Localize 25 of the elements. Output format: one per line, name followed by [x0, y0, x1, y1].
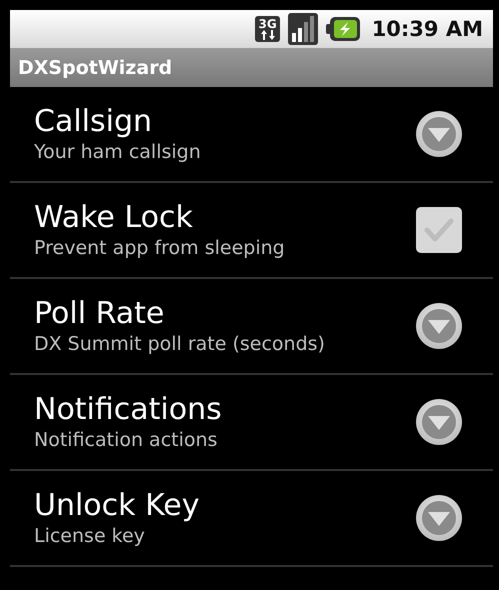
- preference-title: Poll Rate: [34, 296, 166, 332]
- preference-title: Notifications: [34, 392, 222, 428]
- preference-item[interactable]: Notifications Notification actions: [10, 375, 493, 471]
- preference-summary: DX Summit poll rate (seconds): [34, 332, 325, 356]
- preference-item[interactable]: Callsign Your ham callsign: [10, 87, 493, 183]
- dropdown-icon[interactable]: [415, 302, 463, 350]
- network-icon: 3G: [255, 16, 280, 42]
- clock-time: 10:39 AM: [372, 17, 483, 41]
- preference-summary: Your ham callsign: [34, 140, 201, 164]
- checkbox[interactable]: [415, 206, 463, 254]
- dropdown-icon[interactable]: [415, 494, 463, 542]
- dropdown-icon[interactable]: [415, 110, 463, 158]
- dropdown-icon[interactable]: [415, 398, 463, 446]
- preference-title: Unlock Key: [34, 488, 200, 524]
- signal-icon: [288, 13, 318, 45]
- preference-summary: License key: [34, 524, 146, 548]
- preference-summary: Notification actions: [34, 428, 218, 452]
- preference-title: Callsign: [34, 104, 154, 140]
- preference-title: Wake Lock: [34, 200, 194, 236]
- preference-summary: Prevent app from sleeping: [34, 236, 285, 260]
- window-title: DXSpotWizard: [18, 56, 172, 78]
- preference-item[interactable]: Poll Rate DX Summit poll rate (seconds): [10, 279, 493, 375]
- preference-item[interactable]: Unlock Key License key: [10, 471, 493, 567]
- preference-item[interactable]: Wake Lock Prevent app from sleeping: [10, 183, 493, 279]
- battery-icon: [326, 16, 360, 42]
